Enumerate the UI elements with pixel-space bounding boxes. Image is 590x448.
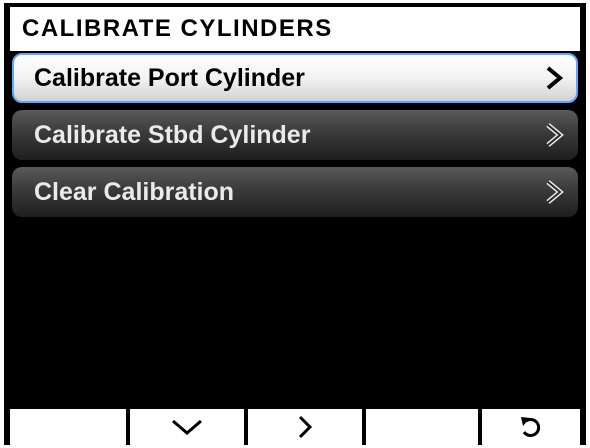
chevron-down-icon [172,419,202,435]
softkey-right-button[interactable] [248,409,362,445]
menu-item-label: Calibrate Stbd Cylinder [34,121,311,149]
softkey-bar [4,407,586,445]
chevron-right-icon [298,415,313,439]
menu-item-calibrate-port-cylinder[interactable]: Calibrate Port Cylinder [12,53,578,103]
softkey-back-button[interactable] [482,409,580,445]
calibration-menu: Calibrate Port Cylinder Calibrate Stbd C… [12,53,578,224]
softkey-1-button[interactable] [10,409,126,445]
softkey-down-button[interactable] [130,409,244,445]
page-title: CALIBRATE CYLINDERS [10,7,580,51]
menu-item-calibrate-stbd-cylinder[interactable]: Calibrate Stbd Cylinder [12,110,578,160]
menu-item-clear-calibration[interactable]: Clear Calibration [12,167,578,217]
chevron-right-icon [546,180,564,204]
chevron-right-icon [546,66,564,90]
softkey-4-button[interactable] [366,409,478,445]
menu-item-label: Clear Calibration [34,178,235,206]
back-arrow-icon [521,417,541,437]
device-screen: CALIBRATE CYLINDERS Calibrate Port Cylin… [4,3,586,445]
chevron-right-icon [546,123,564,147]
menu-item-label: Calibrate Port Cylinder [34,64,305,92]
